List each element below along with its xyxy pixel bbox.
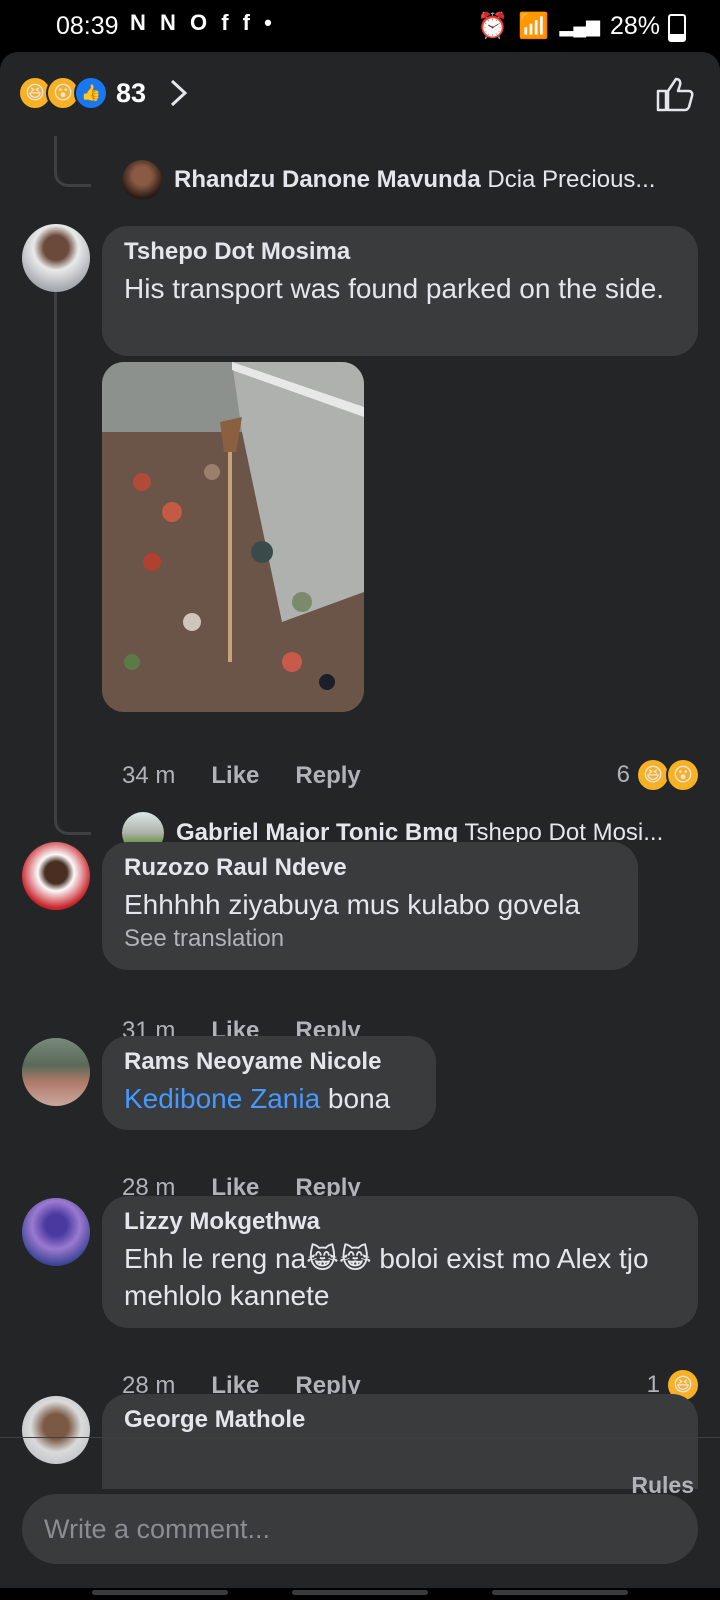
- reaction-count: 83: [116, 77, 147, 108]
- comments-sheet: 😆 😮 👍 83 Rhandzu Danone Mavunda Dcia Pre…: [0, 52, 720, 1600]
- chevron-right-icon: [171, 79, 188, 107]
- comment-author[interactable]: Ruzozo Raul Ndeve: [124, 854, 616, 882]
- wow-reaction-icon: 😮: [666, 758, 700, 792]
- comment-author[interactable]: Rams Neoyame Nicole: [124, 1048, 414, 1076]
- see-translation-link[interactable]: See translation: [124, 925, 616, 953]
- comment-photo[interactable]: [102, 362, 364, 712]
- reactions-summary[interactable]: 😆 😮 👍 83: [18, 76, 190, 110]
- wifi-icon: 📶: [518, 12, 550, 40]
- photo-image: [102, 362, 364, 712]
- comment-text: bona: [320, 1083, 391, 1114]
- thread-connector: [54, 292, 91, 835]
- comment-author[interactable]: Tshepo Dot Mosima: [124, 238, 676, 266]
- haha-reaction-icon: 😆: [636, 758, 670, 792]
- avatar[interactable]: [22, 1038, 90, 1106]
- status-right: ⏰ 📶 ▂▄▆ 28%: [477, 12, 660, 41]
- like-button[interactable]: Like: [211, 762, 259, 790]
- battery-icon: [668, 14, 686, 42]
- footer-divider: [0, 1437, 720, 1438]
- like-reaction-icon: 👍: [74, 76, 108, 110]
- notification-icons: N N O f f •: [130, 10, 276, 35]
- like-thumb-icon[interactable]: [656, 76, 694, 112]
- reply-button[interactable]: Reply: [295, 762, 360, 790]
- comment-text: Ehh le reng na😹😹 boloi exist mo Alex tjo…: [124, 1243, 649, 1311]
- nav-back-button[interactable]: [492, 1590, 628, 1595]
- status-bar: 08:39 N N O f f • ⏰ 📶 ▂▄▆ 28%: [0, 0, 720, 52]
- reaction-count: 6: [616, 761, 630, 788]
- crying-cat-emoji: 😹😹: [306, 1243, 372, 1274]
- comment-author[interactable]: Lizzy Mokgethwa: [124, 1208, 676, 1236]
- comment-bubble[interactable]: Tshepo Dot Mosima His transport was foun…: [102, 226, 698, 356]
- comment-time: 34 m: [122, 762, 176, 789]
- avatar[interactable]: [22, 224, 90, 292]
- comment-bubble[interactable]: Ruzozo Raul Ndeve Ehhhhh ziyabuya mus ku…: [102, 842, 638, 970]
- reply-preview: Dcia Precious...: [487, 166, 656, 193]
- system-nav-bar: [0, 1588, 720, 1600]
- comment-bubble[interactable]: Rams Neoyame Nicole Kedibone Zania bona: [102, 1036, 436, 1130]
- status-time: 08:39: [56, 12, 119, 40]
- alarm-icon: ⏰: [477, 12, 509, 40]
- avatar[interactable]: [22, 842, 90, 910]
- nav-home-button[interactable]: [292, 1590, 428, 1595]
- signal-icon: ▂▄▆: [559, 16, 600, 36]
- avatar: [122, 160, 162, 200]
- comment-text: His transport was found parked on the si…: [124, 273, 665, 304]
- mention-link[interactable]: Kedibone Zania: [124, 1083, 320, 1114]
- comment-input[interactable]: Write a comment...: [22, 1494, 698, 1564]
- reply-author: Rhandzu Danone Mavunda: [174, 166, 481, 193]
- nav-recents-button[interactable]: [92, 1590, 228, 1595]
- battery-percent: 28%: [609, 12, 660, 40]
- comment-reactions[interactable]: 6 😆 😮: [617, 758, 700, 792]
- comment-text: Ehhhhh ziyabuya mus kulabo govela: [124, 889, 581, 920]
- thread-reply-link[interactable]: Rhandzu Danone Mavunda Dcia Precious...: [122, 160, 655, 200]
- comment-bubble[interactable]: George Mathole: [102, 1394, 698, 1489]
- reactions-header: 😆 😮 👍 83: [0, 52, 720, 132]
- avatar[interactable]: [22, 1198, 90, 1266]
- comment-meta: 34 m Like Reply: [122, 762, 361, 790]
- avatar[interactable]: [22, 1396, 90, 1464]
- comment-author[interactable]: George Mathole: [124, 1406, 676, 1434]
- comment-bubble[interactable]: Lizzy Mokgethwa Ehh le reng na😹😹 boloi e…: [102, 1196, 698, 1328]
- comment-partial-clip: George Mathole: [0, 1392, 720, 1489]
- thread-connector: [54, 136, 91, 187]
